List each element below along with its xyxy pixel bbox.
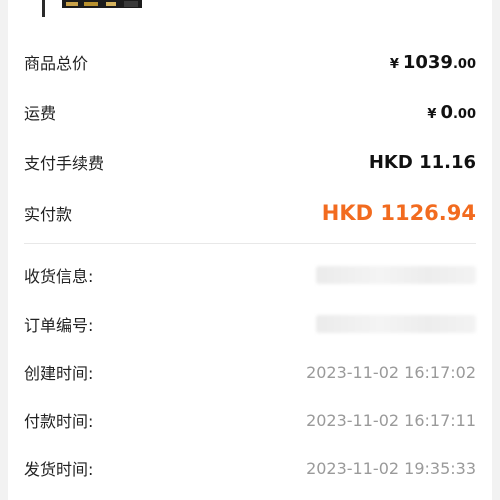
payment-time-row: 付款时间: 2023-11-02 16:17:11	[24, 405, 476, 435]
shipping-row: 运费 ¥ 0.00	[24, 97, 476, 127]
order-number-row: 订单编号:	[24, 309, 476, 339]
goods-total-row: 商品总价 ¥ 1039.00	[24, 47, 476, 77]
goods-total-label: 商品总价	[24, 54, 89, 73]
receiver-info-row: 收货信息:	[24, 260, 476, 290]
payment-fee-row: 支付手续费 HKD 11.16	[24, 147, 476, 177]
currency-symbol: ¥	[389, 56, 399, 72]
shipping-decimal: .00	[452, 106, 476, 122]
goods-total-integer: 1039	[402, 51, 453, 73]
product-thumbnail-icon[interactable]	[40, 0, 144, 17]
shipped-time-row: 发货时间: 2023-11-02 19:35:33	[24, 453, 476, 483]
shipping-integer: 0	[440, 101, 453, 123]
shipping-label: 运费	[24, 104, 57, 123]
goods-total-decimal: .00	[452, 56, 476, 72]
created-time-label: 创建时间:	[24, 364, 94, 383]
amount-paid-row: 实付款 HKD 1126.94	[24, 198, 476, 228]
shipped-time-value: 2023-11-02 19:35:33	[306, 458, 476, 478]
shipping-value: ¥ 0.00	[427, 102, 476, 123]
shipped-time-label: 发货时间:	[24, 460, 94, 479]
amount-paid-value: HKD 1126.94	[321, 201, 476, 225]
order-number-label: 订单编号:	[24, 316, 94, 335]
receiver-info-label: 收货信息:	[24, 267, 94, 286]
created-time-row: 创建时间: 2023-11-02 16:17:02	[24, 357, 476, 387]
payment-time-value: 2023-11-02 16:17:11	[306, 410, 476, 430]
section-divider	[24, 243, 476, 244]
payment-time-label: 付款时间:	[24, 412, 94, 431]
created-time-value: 2023-11-02 16:17:02	[306, 362, 476, 382]
order-number-redacted[interactable]	[316, 315, 476, 333]
receiver-info-redacted	[316, 266, 476, 284]
order-detail-card: 商品总价 ¥ 1039.00 运费 ¥ 0.00 支付手续费 HKD 11.16…	[8, 0, 492, 500]
amount-paid-label: 实付款	[24, 205, 73, 224]
payment-fee-label: 支付手续费	[24, 154, 105, 173]
currency-symbol: ¥	[427, 106, 437, 122]
payment-fee-value: HKD 11.16	[368, 151, 476, 173]
goods-total-value: ¥ 1039.00	[390, 52, 476, 73]
